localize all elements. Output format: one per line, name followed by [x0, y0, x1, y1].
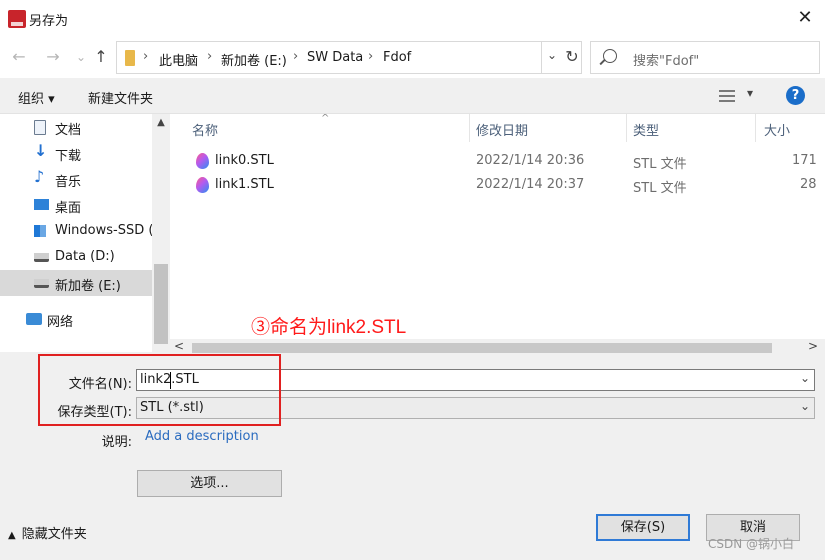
column-divider[interactable]	[626, 114, 627, 142]
hide-folders-label: 隐藏文件夹	[21, 527, 87, 542]
address-dropdown-icon[interactable]: ⌄	[547, 48, 557, 62]
sidebar-scrollbar[interactable]: ▲	[152, 114, 170, 352]
file-type: STL 文件	[633, 181, 687, 196]
highlight-box	[38, 354, 281, 426]
breadcrumb-drive-e[interactable]: 新加卷 (E:)	[221, 50, 287, 69]
chevron-down-icon[interactable]: ⌄	[800, 371, 810, 385]
file-size: 171	[792, 153, 817, 168]
chevron-up-icon: ▲	[8, 530, 16, 541]
breadcrumb-separator: ›	[368, 49, 374, 64]
hide-folders-toggle[interactable]: ▲ 隐藏文件夹	[8, 523, 87, 542]
breadcrumb-this-pc[interactable]: 此电脑	[159, 50, 198, 69]
sidebar-item-data-d[interactable]: Data (D:)	[0, 244, 152, 270]
recent-locations-icon[interactable]: ⌄	[70, 46, 92, 68]
sidebar-item-drive-e[interactable]: 新加卷 (E:)	[0, 270, 152, 296]
sort-indicator-icon: ^	[321, 114, 330, 124]
navigation-bar: ← → ⌄ ↑ › 此电脑 › 新加卷 (E:) › SW Data › Fdo…	[0, 38, 825, 78]
column-header-type[interactable]: 类型	[633, 120, 659, 139]
scroll-left-icon[interactable]: <	[174, 339, 184, 353]
watermark: CSDN @锅小白	[708, 537, 795, 551]
address-divider	[541, 42, 542, 73]
stl-file-icon	[196, 153, 209, 169]
file-row[interactable]: link1.STL 2022/1/14 20:37 STL 文件 28	[170, 173, 825, 197]
search-placeholder: 搜索"Fdof"	[633, 54, 700, 69]
add-description-link[interactable]: Add a description	[145, 429, 259, 444]
column-divider[interactable]	[755, 114, 756, 142]
file-list: ^ 名称 修改日期 类型 大小 link0.STL 2022/1/14 20:3…	[170, 114, 825, 339]
sidebar-item-downloads[interactable]: ↓ 下载	[0, 140, 152, 166]
up-arrow-icon[interactable]: ↑	[90, 46, 112, 68]
scrollbar-thumb[interactable]	[192, 343, 772, 353]
breadcrumb-fdof[interactable]: Fdof	[383, 50, 411, 65]
music-icon: ♪	[34, 167, 45, 186]
command-toolbar: 组织 ▾ 新建文件夹 ▾ ?	[0, 78, 825, 114]
sidebar-item-label: 文档	[55, 123, 82, 138]
organize-button[interactable]: 组织 ▾	[18, 88, 55, 107]
sidebar-item-label: Data (D:)	[55, 249, 115, 264]
help-icon[interactable]: ?	[786, 86, 805, 105]
search-icon	[603, 49, 617, 63]
breadcrumb-separator: ›	[207, 49, 213, 64]
new-folder-button[interactable]: 新建文件夹	[88, 88, 153, 107]
tutorial-annotation: ③命名为link2.STL	[251, 317, 407, 338]
close-icon[interactable]: ✕	[793, 6, 817, 30]
sidebar-item-windows-ssd[interactable]: Windows-SSD (	[0, 218, 154, 244]
network-icon	[26, 313, 42, 325]
refresh-icon[interactable]: ↻	[562, 47, 582, 66]
sidebar-item-label: 桌面	[55, 201, 82, 216]
file-type: STL 文件	[633, 157, 687, 172]
download-icon: ↓	[34, 141, 48, 160]
column-header-date[interactable]: 修改日期	[476, 120, 528, 139]
sidebar-item-label: 新加卷 (E:)	[55, 279, 121, 294]
view-dropdown-icon[interactable]: ▾	[747, 86, 753, 100]
column-header-size[interactable]: 大小	[764, 120, 790, 139]
view-options-icon[interactable]	[719, 90, 735, 102]
breadcrumb-separator: ›	[143, 49, 149, 64]
back-arrow-icon[interactable]: ←	[8, 46, 30, 68]
document-icon	[34, 120, 46, 135]
sidebar-item-documents[interactable]: 文档	[0, 114, 152, 140]
column-divider[interactable]	[469, 114, 470, 142]
app-icon	[8, 10, 26, 28]
save-button[interactable]: 保存(S)	[596, 514, 690, 541]
breadcrumb-separator: ›	[293, 49, 299, 64]
sidebar-item-music[interactable]: ♪ 音乐	[0, 166, 152, 192]
file-date: 2022/1/14 20:36	[476, 153, 585, 168]
description-label: 说明:	[101, 435, 132, 450]
desktop-icon	[34, 199, 49, 210]
windows-drive-icon	[34, 225, 46, 237]
file-row[interactable]: link0.STL 2022/1/14 20:36 STL 文件 171	[170, 149, 825, 173]
column-header-name[interactable]: 名称	[192, 120, 218, 139]
scroll-up-icon[interactable]: ▲	[152, 114, 170, 132]
sidebar-item-network[interactable]: 网络	[0, 306, 152, 332]
sidebar-item-desktop[interactable]: 桌面	[0, 192, 152, 218]
sidebar-item-label: 下载	[55, 149, 82, 164]
breadcrumb-sw-data[interactable]: SW Data	[307, 50, 363, 65]
drive-icon	[34, 279, 49, 288]
file-date: 2022/1/14 20:37	[476, 177, 585, 192]
sidebar-item-label: 音乐	[55, 175, 82, 190]
chevron-down-icon[interactable]: ⌄	[800, 399, 810, 413]
forward-arrow-icon[interactable]: →	[42, 46, 64, 68]
file-name: link1.STL	[215, 177, 274, 192]
file-name: link0.STL	[215, 153, 274, 168]
address-bar[interactable]: › 此电脑 › 新加卷 (E:) › SW Data › Fdof ⌄ ↻	[116, 41, 582, 74]
folder-icon	[125, 50, 135, 66]
drive-icon	[34, 253, 49, 262]
file-size: 28	[800, 177, 817, 192]
options-button[interactable]: 选项...	[137, 470, 282, 497]
search-input[interactable]: 搜索"Fdof"	[590, 41, 820, 74]
scroll-right-icon[interactable]: >	[808, 339, 818, 353]
stl-file-icon	[196, 177, 209, 193]
sidebar-item-label: 网络	[47, 315, 74, 330]
scrollbar-thumb[interactable]	[154, 264, 168, 344]
title-bar: 另存为 ✕	[0, 0, 825, 38]
window-title: 另存为	[29, 14, 69, 29]
sidebar-item-label: Windows-SSD (	[55, 223, 154, 238]
navigation-pane: 文档 ↓ 下载 ♪ 音乐 桌面 Windows-SSD ( Data (D:) …	[0, 114, 170, 352]
